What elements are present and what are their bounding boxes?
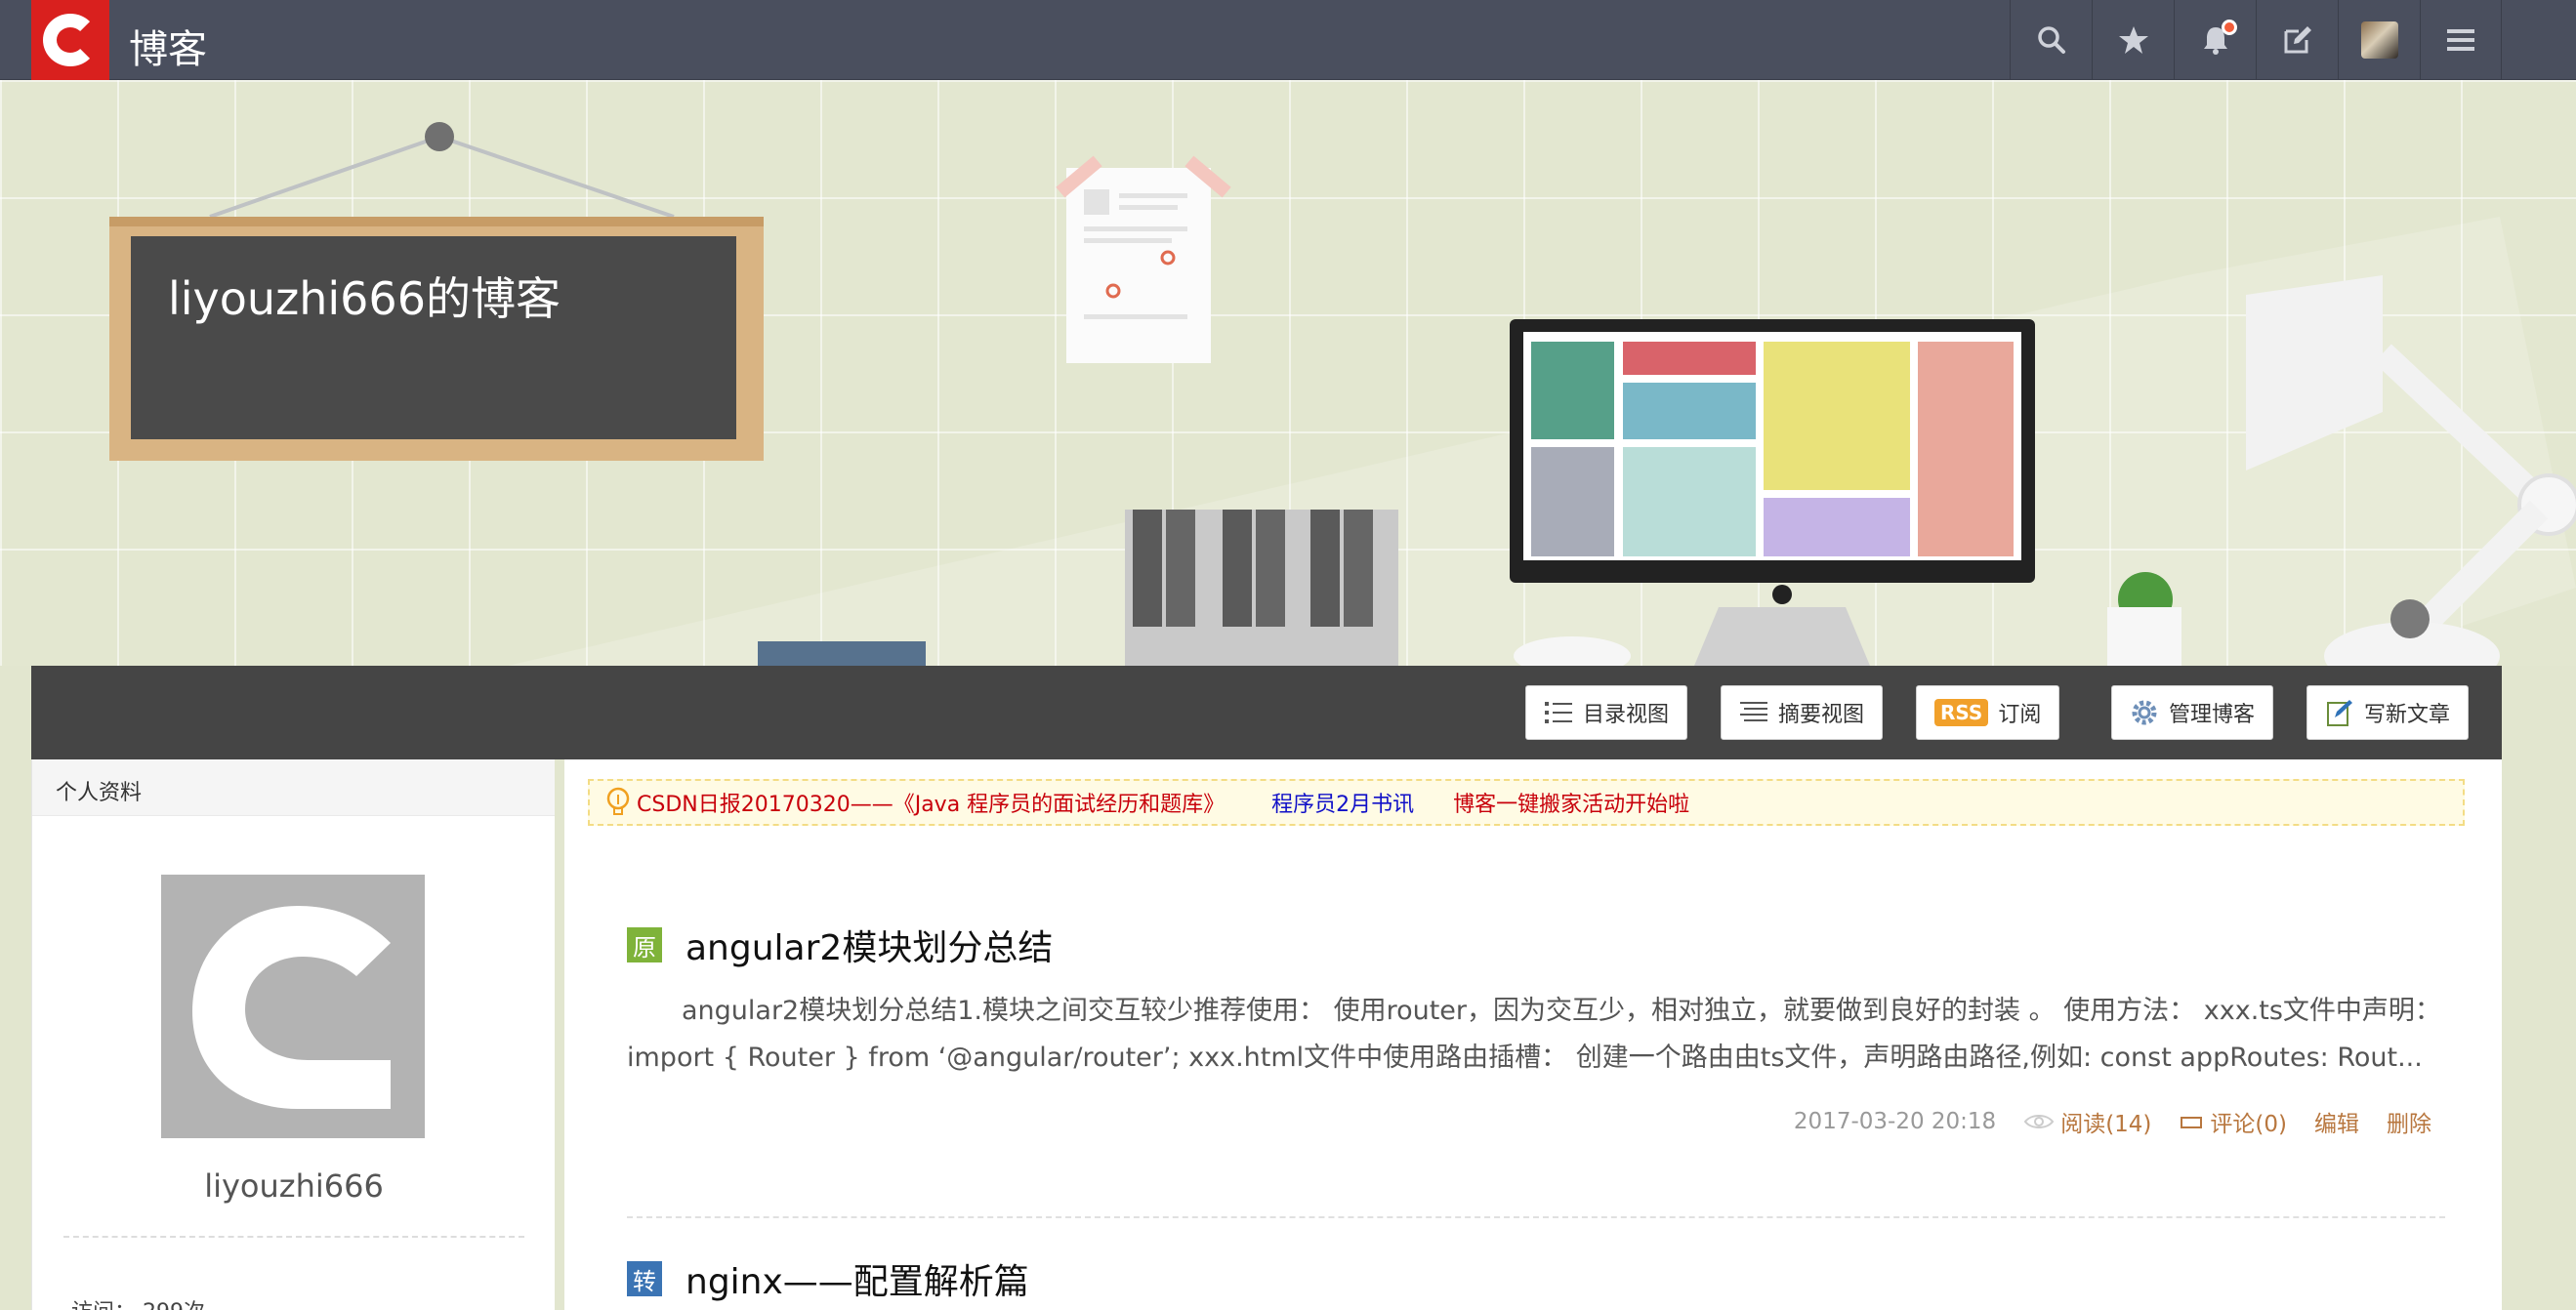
top-navbar: 博客 bbox=[0, 0, 2576, 80]
article-title-row: 原 angular2模块划分总结 bbox=[627, 920, 2445, 970]
lightbulb-icon bbox=[605, 787, 631, 818]
notice-link-migrate[interactable]: 博客一键搬家活动开始啦 bbox=[1453, 787, 1689, 818]
csdn-c-avatar-icon bbox=[192, 906, 391, 1109]
notice-link-books[interactable]: 程序员2月书讯 bbox=[1271, 787, 1414, 818]
article-title-link[interactable]: nginx——配置解析篇 bbox=[686, 1253, 1029, 1304]
article-date: 2017-03-20 20:18 bbox=[1793, 1109, 1997, 1134]
notice-bar: CSDN日报20170320——《Java 程序员的面试经历和题库》 程序员2月… bbox=[588, 779, 2465, 826]
banner-illustration bbox=[109, 122, 2576, 666]
repost-tag: 转 bbox=[627, 1261, 662, 1296]
edit-link[interactable]: 编辑 bbox=[2314, 1105, 2359, 1138]
pencil-icon bbox=[2325, 698, 2354, 727]
catalog-view-label: 目录视图 bbox=[1583, 703, 1670, 727]
profile-sidebar: 个人资料 liyouzhi666 访问： 299次 bbox=[31, 759, 555, 1310]
summary-view-button[interactable]: 摘要视图 bbox=[1721, 685, 1884, 740]
blog-banner: liyouzhi666的博客 bbox=[0, 80, 2576, 666]
column-gap bbox=[555, 759, 564, 1310]
edit-icon bbox=[2284, 26, 2311, 54]
manage-blog-label: 管理博客 bbox=[2169, 703, 2256, 727]
rss-icon: RSS bbox=[1934, 699, 1989, 726]
comment-count-label: 评论(0) bbox=[2210, 1112, 2287, 1137]
article-item: 转 nginx——配置解析篇 bbox=[627, 1253, 2445, 1304]
favorites-button[interactable] bbox=[2092, 0, 2174, 80]
gear-icon bbox=[2130, 698, 2159, 727]
delete-link[interactable]: 删除 bbox=[2387, 1105, 2431, 1138]
article-title-row: 转 nginx——配置解析篇 bbox=[627, 1253, 2445, 1304]
article-list-panel: CSDN日报20170320——《Java 程序员的面试经历和题库》 程序员2月… bbox=[564, 759, 2502, 1310]
notification-dot bbox=[2222, 20, 2237, 35]
visits-value: 299次 bbox=[143, 1300, 205, 1310]
blog-toolbar: 目录视图 摘要视图 RSS 订阅 管理博客 写新文章 bbox=[31, 666, 2502, 759]
article-divider bbox=[627, 1216, 2445, 1218]
search-icon bbox=[2037, 26, 2065, 54]
catalog-view-button[interactable]: 目录视图 bbox=[1525, 685, 1688, 740]
visit-count: 访问： 299次 bbox=[71, 1294, 205, 1310]
profile-divider bbox=[63, 1236, 524, 1238]
blog-title: liyouzhi666的博客 bbox=[168, 272, 561, 325]
write-button[interactable] bbox=[2256, 0, 2338, 80]
write-article-button[interactable]: 写新文章 bbox=[2306, 685, 2470, 740]
csdn-logo[interactable] bbox=[31, 0, 109, 80]
search-button[interactable] bbox=[2010, 0, 2092, 80]
notice-link-daily[interactable]: CSDN日报20170320——《Java 程序员的面试经历和题库》 bbox=[637, 787, 1225, 818]
notifications-button[interactable] bbox=[2174, 0, 2256, 80]
profile-avatar[interactable] bbox=[161, 875, 425, 1138]
write-article-label: 写新文章 bbox=[2364, 703, 2451, 727]
read-count-label: 阅读(14) bbox=[2060, 1112, 2152, 1137]
summary-list-icon bbox=[1739, 698, 1768, 727]
comment-count[interactable]: 评论(0) bbox=[2179, 1105, 2287, 1138]
comment-icon bbox=[2181, 1117, 2203, 1128]
logo-c-icon bbox=[43, 14, 98, 66]
article-title-link[interactable]: angular2模块划分总结 bbox=[686, 920, 1053, 970]
read-count[interactable]: 阅读(14) bbox=[2023, 1105, 2151, 1138]
article-summary: angular2模块划分总结1.模块之间交互较少推荐使用： 使用router，因… bbox=[627, 996, 2441, 1073]
visits-label: 访问： bbox=[71, 1300, 136, 1310]
avatar bbox=[2360, 21, 2398, 59]
manage-blog-button[interactable]: 管理博客 bbox=[2111, 685, 2274, 740]
eye-icon bbox=[2023, 1115, 2055, 1128]
summary-view-label: 摘要视图 bbox=[1778, 703, 1865, 727]
nav-icon-group bbox=[2010, 0, 2502, 80]
article-meta: 2017-03-20 20:18 阅读(14) 评论(0) 编辑 删除 bbox=[627, 1105, 2445, 1138]
brand-title[interactable]: 博客 bbox=[129, 18, 207, 74]
original-tag: 原 bbox=[627, 927, 662, 962]
profile-username[interactable]: liyouzhi666 bbox=[32, 1167, 556, 1205]
profile-section-title: 个人资料 bbox=[32, 759, 555, 816]
menu-icon bbox=[2447, 29, 2474, 51]
star-icon bbox=[2118, 26, 2148, 54]
list-icon bbox=[1544, 698, 1573, 727]
subscribe-label: 订阅 bbox=[1998, 703, 2042, 727]
menu-button[interactable] bbox=[2420, 0, 2502, 80]
user-avatar-button[interactable] bbox=[2338, 0, 2420, 80]
article-item: 原 angular2模块划分总结 angular2模块划分总结1.模块之间交互较… bbox=[627, 920, 2445, 1138]
rss-subscribe-button[interactable]: RSS 订阅 bbox=[1916, 685, 2060, 740]
